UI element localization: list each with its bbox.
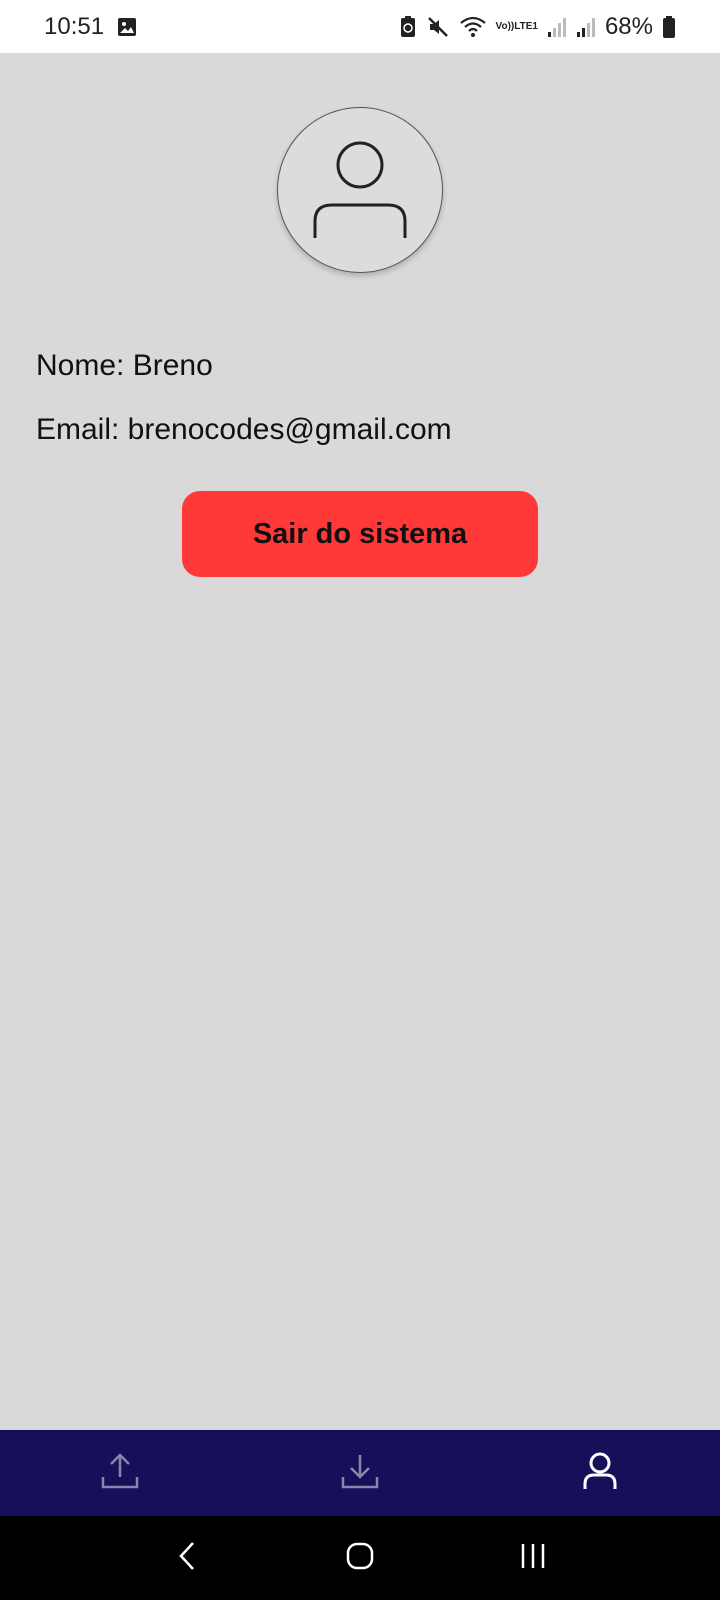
status-left: 10:51 — [44, 13, 138, 41]
avatar — [277, 107, 443, 273]
upload-icon — [100, 1451, 140, 1496]
status-right: Vo)) LTE1 68% — [399, 13, 676, 41]
signal-icon — [547, 16, 567, 38]
system-nav-bar — [0, 1516, 720, 1600]
download-icon — [340, 1451, 380, 1496]
user-icon — [582, 1451, 618, 1496]
nav-upload[interactable] — [80, 1433, 160, 1513]
battery-percent: 68% — [604, 12, 653, 40]
gallery-notification-icon — [116, 16, 138, 38]
battery-icon — [662, 15, 676, 39]
signal-icon — [576, 16, 596, 38]
wifi-icon — [459, 15, 487, 39]
battery-saver-icon — [399, 15, 417, 39]
user-email: Email: brenocodes@gmail.com — [36, 413, 452, 446]
back-icon — [175, 1540, 199, 1577]
bottom-nav — [0, 1430, 720, 1516]
back-button[interactable] — [152, 1528, 222, 1588]
recents-button[interactable] — [498, 1528, 568, 1588]
user-name: Nome: Breno — [36, 349, 213, 382]
home-icon — [345, 1541, 375, 1576]
home-button[interactable] — [325, 1528, 395, 1588]
status-bar: 10:51 Vo)) LTE1 68% — [0, 0, 720, 53]
mute-icon — [426, 15, 450, 39]
lte-bottom-label: LTE1 — [514, 20, 538, 32]
recents-icon — [518, 1541, 548, 1576]
status-time: 10:51 — [44, 12, 105, 40]
profile-screen: Nome: Breno Email: brenocodes@gmail.com … — [0, 53, 720, 1430]
user-icon — [310, 133, 410, 248]
lte-top-label: Vo)) — [495, 20, 515, 32]
logout-button[interactable]: Sair do sistema — [182, 491, 538, 577]
nav-download[interactable] — [320, 1433, 400, 1513]
nav-profile[interactable] — [560, 1433, 640, 1513]
lte-indicator: Vo)) LTE1 — [495, 20, 538, 32]
